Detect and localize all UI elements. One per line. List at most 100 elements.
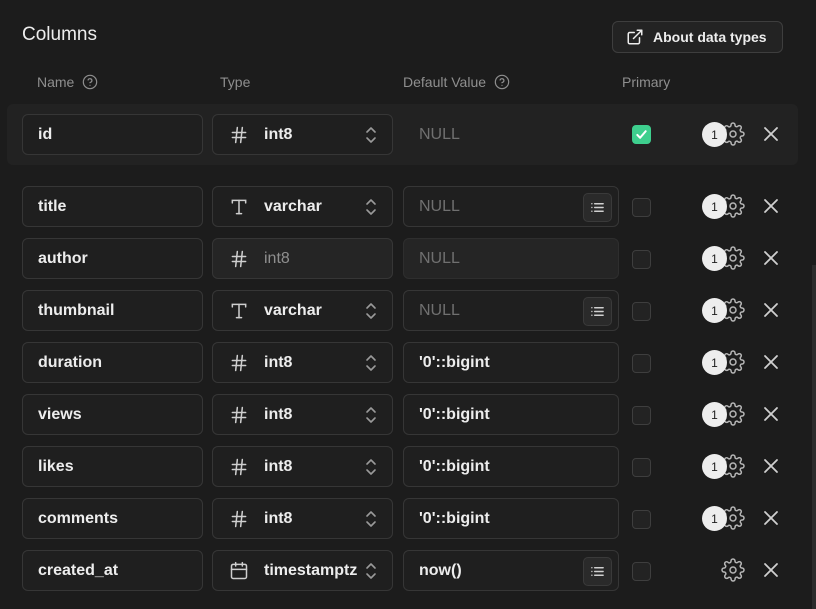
column-type-value: int8	[264, 457, 293, 475]
chevron-up-down-icon	[364, 126, 378, 144]
scrollbar[interactable]	[812, 265, 816, 609]
column-row-id: id int8 NULL 1	[0, 114, 816, 156]
column-type-select[interactable]: varchar	[212, 290, 393, 331]
default-value: NULL	[419, 301, 460, 319]
default-value: NULL	[419, 125, 460, 143]
column-row-author: author int8 NULL 1	[0, 238, 816, 280]
header-default-label: Default Value	[403, 74, 487, 90]
suggestions-button[interactable]	[583, 557, 612, 586]
header-type-label: Type	[220, 74, 251, 90]
default-value-input[interactable]: '0'::bigint	[403, 446, 619, 487]
column-row-duration: duration int8 '0'::bigint 1	[0, 342, 816, 384]
chevron-up-down-icon	[364, 510, 378, 528]
close-icon[interactable]	[762, 301, 780, 319]
header-default: Default Value	[403, 74, 510, 90]
column-name-value: duration	[38, 353, 102, 371]
column-type-value: timestamptz	[264, 561, 358, 579]
gear-icon[interactable]	[721, 558, 745, 582]
column-type-value: int8	[264, 249, 290, 267]
primary-key-checkbox[interactable]	[632, 562, 651, 581]
column-type-select[interactable]: varchar	[212, 186, 393, 227]
column-name-input[interactable]: comments	[22, 498, 203, 539]
column-row-likes: likes int8 '0'::bigint 1	[0, 446, 816, 488]
primary-key-checkbox[interactable]	[632, 458, 651, 477]
close-icon[interactable]	[762, 249, 780, 267]
section-title: Columns	[22, 24, 97, 45]
default-value-input: NULL	[403, 114, 619, 155]
about-data-types-button[interactable]: About data types	[612, 21, 783, 53]
column-type-select[interactable]: int8	[212, 446, 393, 487]
close-icon[interactable]	[762, 197, 780, 215]
list-icon	[590, 200, 605, 215]
default-value-input[interactable]: '0'::bigint	[403, 342, 619, 383]
text-icon	[227, 300, 251, 322]
primary-key-checkbox[interactable]	[632, 354, 651, 373]
list-icon	[590, 564, 605, 579]
suggestions-button[interactable]	[583, 297, 612, 326]
help-icon[interactable]	[494, 74, 510, 90]
column-type-select[interactable]: timestamptz	[212, 550, 393, 591]
column-type-value: int8	[264, 405, 293, 423]
default-value-input[interactable]: now()	[403, 550, 619, 591]
help-icon[interactable]	[82, 74, 98, 90]
header-primary-label: Primary	[622, 74, 671, 90]
close-icon[interactable]	[762, 125, 780, 143]
column-type-value: int8	[264, 509, 293, 527]
default-value-input: NULL	[403, 238, 619, 279]
primary-key-checkbox[interactable]	[632, 406, 651, 425]
hash-icon	[227, 508, 251, 530]
default-value: NULL	[419, 249, 460, 267]
close-icon[interactable]	[762, 405, 780, 423]
column-type-select[interactable]: int8	[212, 114, 393, 155]
column-name-input[interactable]: likes	[22, 446, 203, 487]
column-row-comments: comments int8 '0'::bigint 1	[0, 498, 816, 540]
column-name-value: likes	[38, 457, 74, 475]
chevron-up-down-icon	[364, 458, 378, 476]
column-type-select[interactable]: int8	[212, 394, 393, 435]
count-badge: 1	[702, 506, 727, 531]
column-name-input[interactable]: title	[22, 186, 203, 227]
close-icon[interactable]	[762, 509, 780, 527]
default-value-input[interactable]: NULL	[403, 186, 619, 227]
default-value-input[interactable]: '0'::bigint	[403, 498, 619, 539]
column-type-select: int8	[212, 238, 393, 279]
column-name-input[interactable]: created_at	[22, 550, 203, 591]
column-name-value: id	[38, 125, 53, 143]
primary-key-checkbox[interactable]	[632, 510, 651, 529]
column-type-value: varchar	[264, 197, 322, 215]
column-type-select[interactable]: int8	[212, 342, 393, 383]
column-name-input[interactable]: views	[22, 394, 203, 435]
close-icon[interactable]	[762, 457, 780, 475]
chevron-up-down-icon	[364, 354, 378, 372]
header-primary: Primary	[622, 74, 670, 90]
check-icon	[635, 128, 648, 141]
column-name-input[interactable]: duration	[22, 342, 203, 383]
hash-icon	[227, 456, 251, 478]
column-name-value: views	[38, 405, 82, 423]
column-name-value: created_at	[38, 561, 119, 579]
chevron-up-down-icon	[364, 562, 378, 580]
column-row-title: title varchar NULL 1	[0, 186, 816, 228]
default-value: '0'::bigint	[419, 509, 490, 527]
default-value: '0'::bigint	[419, 405, 490, 423]
primary-key-checkbox[interactable]	[632, 250, 651, 269]
chevron-up-down-icon	[364, 198, 378, 216]
primary-key-checkbox[interactable]	[632, 302, 651, 321]
suggestions-button[interactable]	[583, 193, 612, 222]
primary-key-checkbox[interactable]	[632, 198, 651, 217]
column-row-views: views int8 '0'::bigint 1	[0, 394, 816, 436]
default-value-input[interactable]: '0'::bigint	[403, 394, 619, 435]
chevron-up-down-icon	[364, 302, 378, 320]
close-icon[interactable]	[762, 353, 780, 371]
count-badge: 1	[702, 246, 727, 271]
count-badge: 1	[702, 454, 727, 479]
column-type-select[interactable]: int8	[212, 498, 393, 539]
column-name-input[interactable]: author	[22, 238, 203, 279]
column-name-input[interactable]: id	[22, 114, 203, 155]
default-value-input[interactable]: NULL	[403, 290, 619, 331]
primary-key-checkbox[interactable]	[632, 125, 651, 144]
column-name-value: author	[38, 249, 88, 267]
close-icon[interactable]	[762, 561, 780, 579]
count-badge: 1	[702, 298, 727, 323]
column-name-input[interactable]: thumbnail	[22, 290, 203, 331]
